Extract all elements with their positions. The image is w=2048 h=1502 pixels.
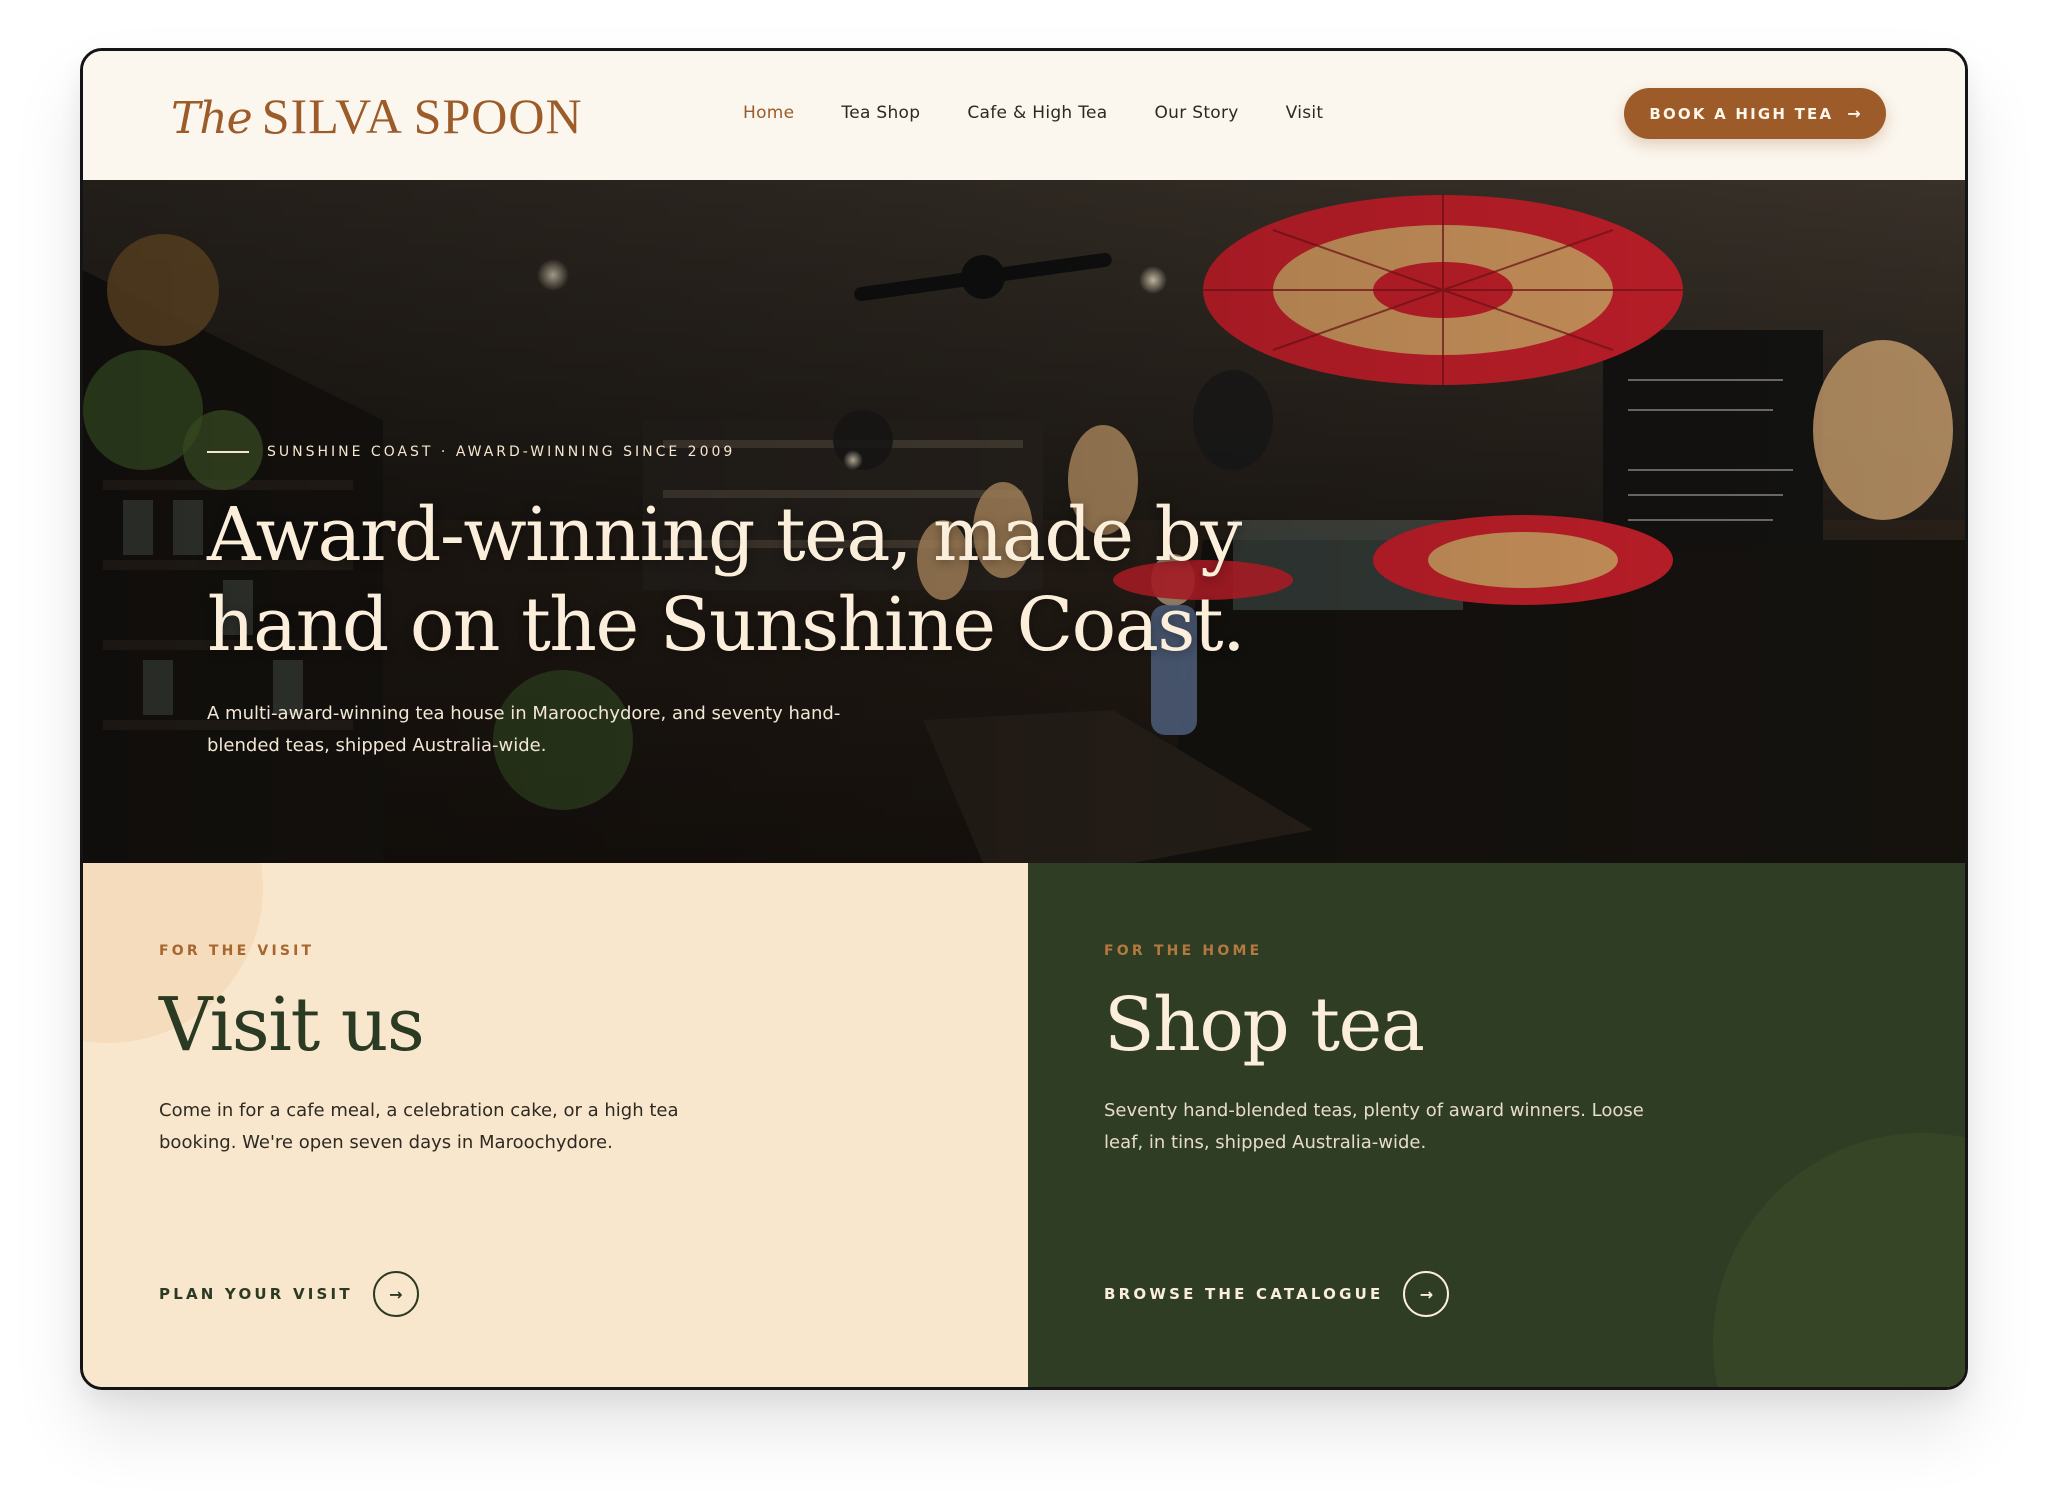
arrow-right-icon[interactable]: → bbox=[1403, 1271, 1450, 1317]
nav-item-visit[interactable]: Visit bbox=[1286, 103, 1324, 123]
browse-catalogue-label: BROWSE THE CATALOGUE bbox=[1104, 1285, 1384, 1303]
visit-panel-content: FOR THE VISIT Visit us Come in for a caf… bbox=[159, 943, 719, 1159]
shop-kicker: FOR THE HOME bbox=[1104, 943, 1263, 959]
shop-panel: FOR THE HOME Shop tea Seventy hand-blend… bbox=[1028, 863, 1965, 1387]
hero-content: SUNSHINE COAST · AWARD-WINNING SINCE 200… bbox=[207, 444, 1367, 762]
browse-catalogue-link[interactable]: BROWSE THE CATALOGUE → bbox=[1104, 1271, 1450, 1317]
hero-title: Award-winning tea, made by hand on the S… bbox=[207, 492, 1246, 668]
logo-script-text: The bbox=[171, 93, 253, 144]
hero-eyebrow: SUNSHINE COAST · AWARD-WINNING SINCE 200… bbox=[207, 444, 1367, 460]
plan-your-visit-label: PLAN YOUR VISIT bbox=[159, 1285, 353, 1303]
decorative-circle bbox=[1713, 1133, 1965, 1387]
arrow-right-icon: → bbox=[1847, 104, 1861, 123]
shop-panel-content: FOR THE HOME Shop tea Seventy hand-blend… bbox=[1104, 943, 1664, 1159]
hero-eyebrow-text: SUNSHINE COAST · AWARD-WINNING SINCE 200… bbox=[267, 444, 736, 460]
eyebrow-rule bbox=[207, 451, 249, 453]
book-high-tea-label: BOOK A HIGH TEA bbox=[1649, 104, 1834, 123]
visit-title: Visit us bbox=[159, 982, 425, 1068]
visit-body: Come in for a cafe meal, a celebration c… bbox=[159, 1100, 679, 1153]
shop-title: Shop tea bbox=[1104, 982, 1425, 1068]
hero-subtitle: A multi-award-winning tea house in Maroo… bbox=[207, 703, 841, 756]
logo-main-text: SILVA SPOON bbox=[261, 88, 583, 144]
hero-section: SUNSHINE COAST · AWARD-WINNING SINCE 200… bbox=[83, 180, 1965, 863]
browser-frame: The SILVA SPOON Home Tea Shop Cafe & Hig… bbox=[80, 48, 1968, 1390]
nav-item-home[interactable]: Home bbox=[743, 103, 794, 123]
visit-kicker: FOR THE VISIT bbox=[159, 943, 315, 959]
plan-your-visit-link[interactable]: PLAN YOUR VISIT → bbox=[159, 1271, 419, 1317]
visit-panel: FOR THE VISIT Visit us Come in for a caf… bbox=[83, 863, 1028, 1387]
nav-item-our-story[interactable]: Our Story bbox=[1155, 103, 1239, 123]
arrow-right-icon[interactable]: → bbox=[372, 1271, 419, 1317]
nav-item-tea-shop[interactable]: Tea Shop bbox=[841, 103, 920, 123]
site-header: The SILVA SPOON Home Tea Shop Cafe & Hig… bbox=[83, 51, 1965, 180]
main-nav: Home Tea Shop Cafe & High Tea Our Story … bbox=[743, 103, 1323, 123]
nav-item-cafe-high-tea[interactable]: Cafe & High Tea bbox=[967, 103, 1107, 123]
site-logo[interactable]: The SILVA SPOON bbox=[171, 87, 583, 151]
book-high-tea-button[interactable]: BOOK A HIGH TEA → bbox=[1624, 88, 1886, 139]
shop-body: Seventy hand-blended teas, plenty of awa… bbox=[1104, 1100, 1644, 1153]
